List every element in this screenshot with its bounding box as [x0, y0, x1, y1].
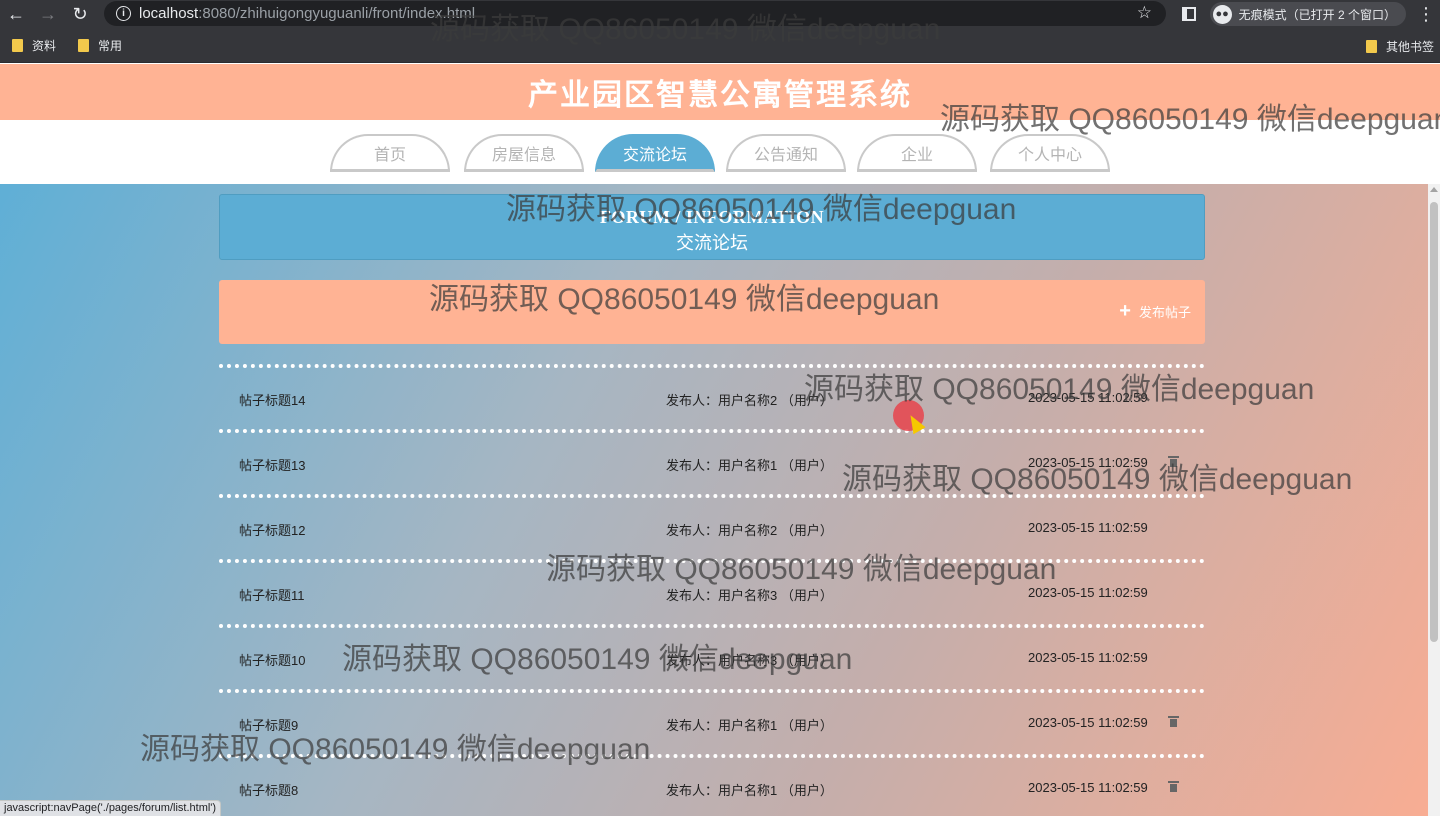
url-path: :8080/zhihuigongyuguanli/front/index.htm…: [198, 5, 476, 22]
site-header: 产业园区智慧公寓管理系统: [0, 64, 1440, 120]
post-time: 2023-05-15 11:02:59: [1028, 520, 1148, 535]
side-panel-icon[interactable]: [1181, 7, 1196, 21]
publish-label: 发布帖子: [1138, 304, 1191, 320]
post-time: 2023-05-15 11:02:59: [1028, 715, 1148, 730]
back-button[interactable]: ←: [0, 0, 32, 28]
banner-title-en: FORUM / INFORMATION: [599, 207, 825, 227]
other-bookmarks-label: 其他书签: [1385, 40, 1434, 54]
bookmark-folder[interactable]: 资料: [12, 37, 56, 54]
nav-tab-housing[interactable]: 房屋信息: [464, 134, 584, 172]
publish-post-button[interactable]: + 发布帖子: [1119, 301, 1191, 321]
folder-icon: [78, 38, 90, 52]
status-bar: javascript:navPage('./pages/forum/list.h…: [0, 800, 222, 816]
banner-title-cn: 交流论坛: [676, 233, 748, 253]
post-time: 2023-05-15 11:02:59: [1028, 650, 1148, 665]
bookmark-folder[interactable]: 常用: [78, 37, 122, 54]
post-title[interactable]: 帖子标题9: [239, 715, 298, 734]
post-row[interactable]: 帖子标题9 发布人：用户名称1 （用户） 2023-05-15 11:02:59: [219, 689, 1205, 754]
post-author: 发布人：用户名称2 （用户）: [666, 393, 833, 408]
folder-icon: [1365, 40, 1377, 53]
bookmark-label: 资料: [32, 38, 57, 53]
folder-icon: [12, 38, 23, 52]
post-time: 2023-05-15 11:02:59: [1028, 585, 1148, 600]
delete-icon[interactable]: [1168, 455, 1179, 468]
post-row[interactable]: 帖子标题12 发布人：用户名称2 （用户） 2023-05-15 11:02:5…: [219, 494, 1205, 559]
reload-button[interactable]: ↻: [64, 0, 96, 28]
scroll-thumb[interactable]: [1430, 202, 1438, 642]
post-row[interactable]: 帖子标题14 发布人：用户名称2 （用户） 2023-05-15 11:02:5…: [219, 364, 1205, 429]
address-bar[interactable]: i localhost:8080/zhihuigongyuguanli/fron…: [104, 1, 1166, 26]
post-row[interactable]: 帖子标题11 发布人：用户名称3 （用户） 2023-05-15 11:02:5…: [219, 559, 1205, 624]
forum-banner: FORUM / INFORMATION 交流论坛: [219, 194, 1205, 260]
site-title: 产业园区智慧公寓管理系统: [528, 79, 912, 112]
post-author: 发布人：用户名称1 （用户）: [666, 718, 833, 733]
delete-icon[interactable]: [1168, 780, 1179, 793]
bookmark-label: 常用: [98, 38, 123, 53]
nav-tab-home[interactable]: 首页: [330, 134, 450, 172]
post-time: 2023-05-15 11:02:59: [1028, 455, 1148, 470]
plus-icon: +: [1119, 300, 1131, 322]
post-row[interactable]: 帖子标题10 发布人：用户名称3 （用户） 2023-05-15 11:02:5…: [219, 624, 1205, 689]
nav-tab-enterprise[interactable]: 企业: [857, 134, 977, 172]
post-title[interactable]: 帖子标题8: [239, 780, 298, 799]
post-author: 发布人：用户名称3 （用户）: [666, 653, 833, 668]
post-author: 发布人：用户名称2 （用户）: [666, 523, 833, 538]
post-author: 发布人：用户名称3 （用户）: [666, 588, 833, 603]
post-title[interactable]: 帖子标题11: [239, 585, 305, 604]
post-title[interactable]: 帖子标题12: [239, 520, 305, 539]
post-time: 2023-05-15 11:02:59: [1028, 780, 1148, 795]
action-bar: + 发布帖子: [219, 280, 1205, 344]
post-row[interactable]: 帖子标题8 发布人：用户名称1 （用户） 2023-05-15 11:02:59: [219, 754, 1205, 816]
url-host: localhost: [139, 5, 199, 22]
nav-tab-forum[interactable]: 交流论坛: [595, 134, 715, 172]
site-info-icon[interactable]: i: [116, 6, 131, 21]
nav-tab-notices[interactable]: 公告通知: [726, 134, 846, 172]
post-title[interactable]: 帖子标题14: [239, 390, 305, 409]
nav-tab-profile[interactable]: 个人中心: [990, 134, 1110, 172]
main-nav: 首页 房屋信息 交流论坛 公告通知 企业 个人中心: [0, 120, 1440, 184]
bookmark-star-icon[interactable]: ☆: [1137, 3, 1152, 23]
post-list: 帖子标题14 发布人：用户名称2 （用户） 2023-05-15 11:02:5…: [219, 364, 1205, 816]
incognito-label: 无痕模式（已打开 2 个窗口）: [1238, 7, 1396, 22]
browser-menu-icon[interactable]: ⋮: [1412, 4, 1440, 25]
bookmarks-bar: 资料 常用 其他书签: [0, 28, 1440, 63]
forward-button[interactable]: →: [32, 0, 64, 28]
incognito-icon: ●●: [1212, 4, 1232, 24]
page-scrollbar[interactable]: [1428, 184, 1440, 816]
post-row[interactable]: 帖子标题13 发布人：用户名称1 （用户） 2023-05-15 11:02:5…: [219, 429, 1205, 494]
incognito-indicator[interactable]: ●● 无痕模式（已打开 2 个窗口）: [1209, 2, 1406, 26]
forum-content: FORUM / INFORMATION 交流论坛 + 发布帖子 帖子标题14 发…: [0, 184, 1428, 816]
post-time: 2023-05-15 11:02:59: [1028, 390, 1148, 405]
post-title[interactable]: 帖子标题10: [239, 650, 305, 669]
scroll-up-icon[interactable]: [1430, 187, 1438, 192]
other-bookmarks[interactable]: 其他书签: [1365, 38, 1434, 55]
post-author: 发布人：用户名称1 （用户）: [666, 458, 833, 473]
post-title[interactable]: 帖子标题13: [239, 455, 305, 474]
browser-toolbar: ← → ↻ i localhost:8080/zhihuigongyuguanl…: [0, 0, 1440, 28]
post-author: 发布人：用户名称1 （用户）: [666, 783, 833, 798]
delete-icon[interactable]: [1168, 715, 1179, 728]
